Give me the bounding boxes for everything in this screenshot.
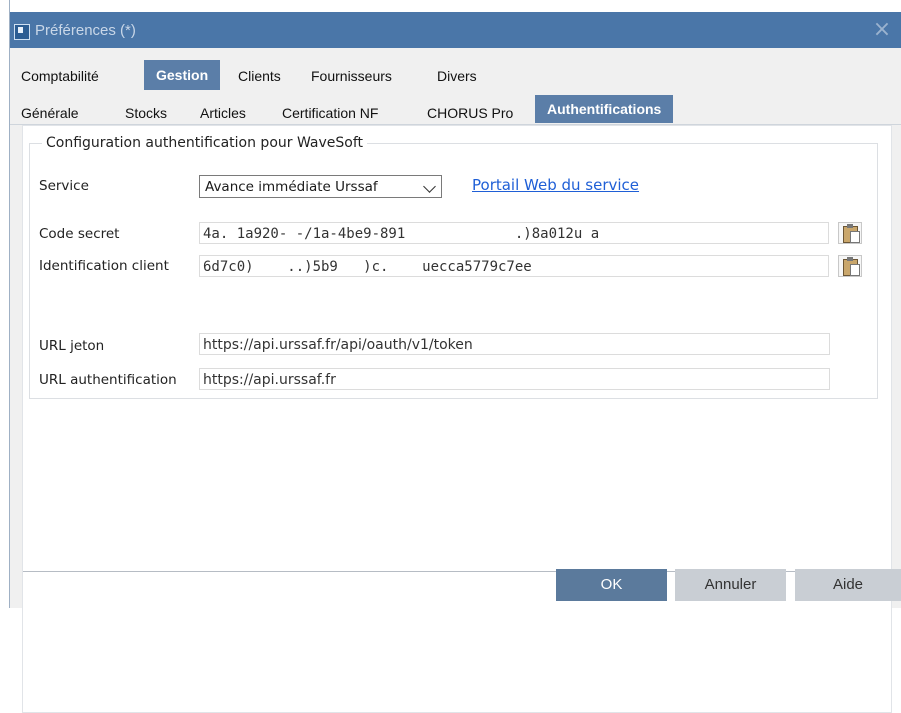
tab-certification-nf[interactable]: Certification NF <box>282 105 378 121</box>
sub-tabs: Générale Stocks Articles Certification N… <box>10 94 901 125</box>
content-panel: Configuration authentification pour Wave… <box>22 125 892 713</box>
tab-articles[interactable]: Articles <box>200 105 246 121</box>
paste-secret-button[interactable] <box>838 222 862 244</box>
service-label: Service <box>39 178 89 194</box>
service-select-value: Avance immédiate Urssaf <box>205 179 378 195</box>
app-icon <box>14 24 30 40</box>
tab-comptabilite[interactable]: Comptabilité <box>21 68 99 84</box>
preferences-window: Préférences (*) × Comptabilité Gestion C… <box>10 12 901 713</box>
tab-fournisseurs[interactable]: Fournisseurs <box>311 68 392 84</box>
secret-code-field[interactable]: 4a. 1a920- -/1a-4be9-891 .)8a012u a <box>199 222 829 244</box>
paste-client-button[interactable] <box>838 255 862 277</box>
group-title: Configuration authentification pour Wave… <box>42 135 368 151</box>
chevron-down-icon <box>423 180 436 193</box>
close-icon[interactable]: × <box>869 17 895 43</box>
client-id-field[interactable]: 6d7c0) ..)5b9 )c. uecca5779c7ee <box>199 255 829 277</box>
token-url-label: URL jeton <box>39 338 105 354</box>
tab-chorus-pro[interactable]: CHORUS Pro <box>427 105 513 121</box>
tab-divers[interactable]: Divers <box>437 68 477 84</box>
tab-stocks[interactable]: Stocks <box>125 105 167 121</box>
help-button[interactable]: Aide <box>795 569 901 601</box>
auth-url-label: URL authentification <box>39 372 177 388</box>
portal-web-link[interactable]: Portail Web du service <box>472 176 639 194</box>
auth-url-field[interactable]: https://api.urssaf.fr <box>199 368 830 390</box>
tab-clients[interactable]: Clients <box>238 68 281 84</box>
secret-code-label: Code secret <box>39 226 120 242</box>
token-url-field[interactable]: https://api.urssaf.fr/api/oauth/v1/token <box>199 333 830 355</box>
ok-button[interactable]: OK <box>556 569 667 601</box>
panel-body: Configuration authentification pour Wave… <box>23 126 891 572</box>
background-strip <box>0 0 10 608</box>
tab-generale[interactable]: Générale <box>21 105 79 121</box>
title-bar[interactable]: Préférences (*) × <box>10 12 901 48</box>
cancel-button[interactable]: Annuler <box>675 569 786 601</box>
tab-gestion[interactable]: Gestion <box>144 60 221 90</box>
tab-authentifications[interactable]: Authentifications <box>535 95 674 123</box>
client-id-label: Identification client <box>39 258 169 274</box>
service-select[interactable]: Avance immédiate Urssaf <box>199 175 442 198</box>
main-tabs: Comptabilité Gestion Clients Fournisseur… <box>10 60 901 90</box>
window-title: Préférences (*) <box>35 22 136 39</box>
